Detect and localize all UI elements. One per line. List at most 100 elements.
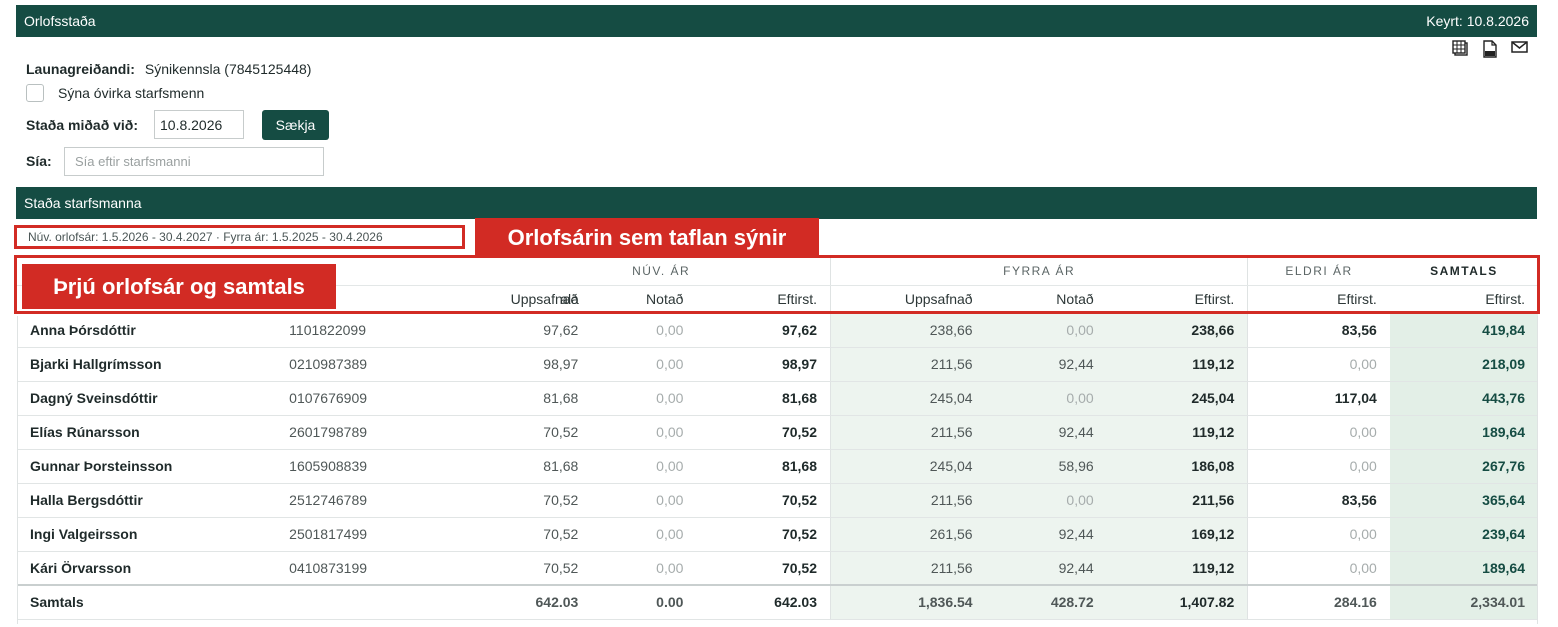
- totals-previous-used: 428.72: [985, 584, 1107, 620]
- group-header-current-year: NÚV. ÁR: [492, 258, 831, 286]
- leave-balance-table: NÚV. ÁR FYRRA ÁR ELDRI ÁR SAMTALS ala Up…: [17, 258, 1538, 620]
- employee-name-cell: Bjarki Hallgrímsson: [17, 347, 277, 382]
- current-remaining-cell: 70,52: [696, 483, 831, 518]
- current-remaining-cell: 81,68: [696, 449, 831, 484]
- col-header-older-remaining[interactable]: Eftirst.: [1247, 285, 1390, 314]
- current-used-cell: 0,00: [591, 551, 697, 586]
- date-row: Staða miðað við:: [26, 117, 138, 133]
- older-remaining-cell: 83,56: [1247, 313, 1390, 348]
- current-accrued-cell: 70,52: [492, 483, 592, 518]
- inactive-row: Sýna óvirka starfsmenn: [26, 84, 204, 102]
- totals-total-remaining: 2,334.01: [1389, 584, 1538, 620]
- table-right-border: [1537, 316, 1538, 624]
- excel-icon[interactable]: [1452, 40, 1469, 58]
- table-row[interactable]: Kári Örvarsson 0410873199 70,52 0,00 70,52 21…: [17, 551, 1538, 586]
- previous-accrued-cell: 211,56: [829, 415, 986, 450]
- col-header-current-remaining[interactable]: Eftirst.: [696, 285, 831, 314]
- section-title: Staða starfsmanna: [24, 195, 142, 211]
- previous-remaining-cell: 119,12: [1106, 551, 1248, 586]
- table-left-border: [17, 316, 18, 624]
- col-header-previous-used[interactable]: Notað: [985, 285, 1107, 314]
- table-row[interactable]: Bjarki Hallgrímsson 0210987389 98,97 0,00 98…: [17, 347, 1538, 382]
- employer-label: Launagreiðandi:: [26, 61, 135, 77]
- show-inactive-checkbox[interactable]: [26, 84, 44, 102]
- kennitala-cell: 0210987389: [276, 347, 493, 382]
- current-accrued-cell: 70,52: [492, 415, 592, 450]
- run-date: Keyrt: 10.8.2026: [1426, 13, 1529, 29]
- previous-remaining-cell: 238,66: [1106, 313, 1248, 348]
- employee-name-cell: Gunnar Þorsteinsson: [17, 449, 277, 484]
- totals-older-remaining: 284.16: [1247, 584, 1390, 620]
- current-remaining-cell: 70,52: [696, 517, 831, 552]
- current-used-cell: 0,00: [591, 381, 697, 416]
- col-header-previous-remaining[interactable]: Eftirst.: [1106, 285, 1248, 314]
- table-row[interactable]: Elías Rúnarsson 2601798789 70,52 0,00 70,52 2…: [17, 415, 1538, 450]
- kennitala-cell: 0107676909: [276, 381, 493, 416]
- employee-name-cell: Ingi Valgeirsson: [17, 517, 277, 552]
- total-remaining-cell: 218,09: [1389, 347, 1538, 382]
- current-remaining-cell: 70,52: [696, 415, 831, 450]
- group-header-total: SAMTALS: [1389, 258, 1538, 286]
- previous-used-cell: 92,44: [985, 415, 1107, 450]
- table-row[interactable]: Gunnar Þorsteinsson 1605908839 81,68 0,00 81…: [17, 449, 1538, 484]
- older-remaining-cell: 83,56: [1247, 483, 1390, 518]
- group-header-previous-year: FYRRA ÁR: [829, 258, 1248, 286]
- current-accrued-cell: 81,68: [492, 381, 592, 416]
- col-header-current-used[interactable]: Notað: [591, 285, 697, 314]
- older-remaining-cell: 117,04: [1247, 381, 1390, 416]
- col-header-previous-accrued[interactable]: Uppsafnað: [829, 285, 986, 314]
- previous-used-cell: 58,96: [985, 449, 1107, 484]
- previous-accrued-cell: 211,56: [829, 483, 986, 518]
- previous-accrued-cell: 238,66: [829, 313, 986, 348]
- kennitala-cell: 0410873199: [276, 551, 493, 586]
- email-icon[interactable]: [1511, 40, 1528, 58]
- filter-input[interactable]: [64, 147, 324, 176]
- older-remaining-cell: 0,00: [1247, 415, 1390, 450]
- filter-label: Sía:: [26, 153, 52, 169]
- date-input[interactable]: [154, 110, 244, 139]
- table-row[interactable]: Halla Bergsdóttir 2512746789 70,52 0,00 70,5…: [17, 483, 1538, 518]
- table-row[interactable]: Anna Þórsdóttir 1101822099 97,62 0,00 97,62 2…: [17, 313, 1538, 348]
- current-remaining-cell: 70,52: [696, 551, 831, 586]
- table-row[interactable]: Ingi Valgeirsson 2501817499 70,52 0,00 70,52…: [17, 517, 1538, 552]
- current-used-cell: 0,00: [591, 347, 697, 382]
- current-remaining-cell: 97,62: [696, 313, 831, 348]
- kennitala-cell: 1605908839: [276, 449, 493, 484]
- totals-current-used: 0.00: [591, 584, 697, 620]
- current-used-cell: 0,00: [591, 449, 697, 484]
- totals-current-remaining: 642.03: [696, 584, 831, 620]
- show-inactive-label[interactable]: Sýna óvirka starfsmenn: [58, 85, 204, 101]
- current-used-cell: 0,00: [591, 517, 697, 552]
- previous-remaining-cell: 186,08: [1106, 449, 1248, 484]
- previous-remaining-cell: 211,56: [1106, 483, 1248, 518]
- current-accrued-cell: 70,52: [492, 517, 592, 552]
- totals-label: Samtals: [17, 584, 493, 620]
- total-remaining-cell: 443,76: [1389, 381, 1538, 416]
- col-header-current-accrued[interactable]: Uppsafnað: [492, 285, 592, 314]
- previous-remaining-cell: 119,12: [1106, 347, 1248, 382]
- section-header-bar: Staða starfsmanna: [16, 187, 1537, 219]
- previous-used-cell: 0,00: [985, 313, 1107, 348]
- fetch-button[interactable]: Sækja: [262, 110, 329, 140]
- col-header-total-remaining[interactable]: Eftirst.: [1389, 285, 1538, 314]
- current-accrued-cell: 97,62: [492, 313, 592, 348]
- current-accrued-cell: 81,68: [492, 449, 592, 484]
- previous-used-cell: 0,00: [985, 483, 1107, 518]
- export-toolbar: [1452, 40, 1528, 58]
- filter-row: Sía:: [26, 153, 52, 169]
- pdf-icon[interactable]: [1482, 40, 1498, 58]
- kennitala-cell: 2501817499: [276, 517, 493, 552]
- group-header-older-year: ELDRI ÁR: [1247, 258, 1390, 286]
- period-callout: Orlofsárin sem taflan sýnir: [475, 218, 819, 258]
- older-remaining-cell: 0,00: [1247, 449, 1390, 484]
- employer-row: Launagreiðandi: Sýnikennsla (7845125448): [26, 61, 311, 77]
- older-remaining-cell: 0,00: [1247, 347, 1390, 382]
- total-remaining-cell: 189,64: [1389, 551, 1538, 586]
- totals-row: Samtals 642.03 0.00 642.03 1,836.54 428.72 1,4…: [17, 584, 1538, 620]
- previous-used-cell: 92,44: [985, 551, 1107, 586]
- previous-accrued-cell: 211,56: [829, 551, 986, 586]
- current-used-cell: 0,00: [591, 313, 697, 348]
- employer-value: Sýnikennsla (7845125448): [144, 61, 312, 77]
- previous-remaining-cell: 245,04: [1106, 381, 1248, 416]
- table-row[interactable]: Dagný Sveinsdóttir 0107676909 81,68 0,00 81,…: [17, 381, 1538, 416]
